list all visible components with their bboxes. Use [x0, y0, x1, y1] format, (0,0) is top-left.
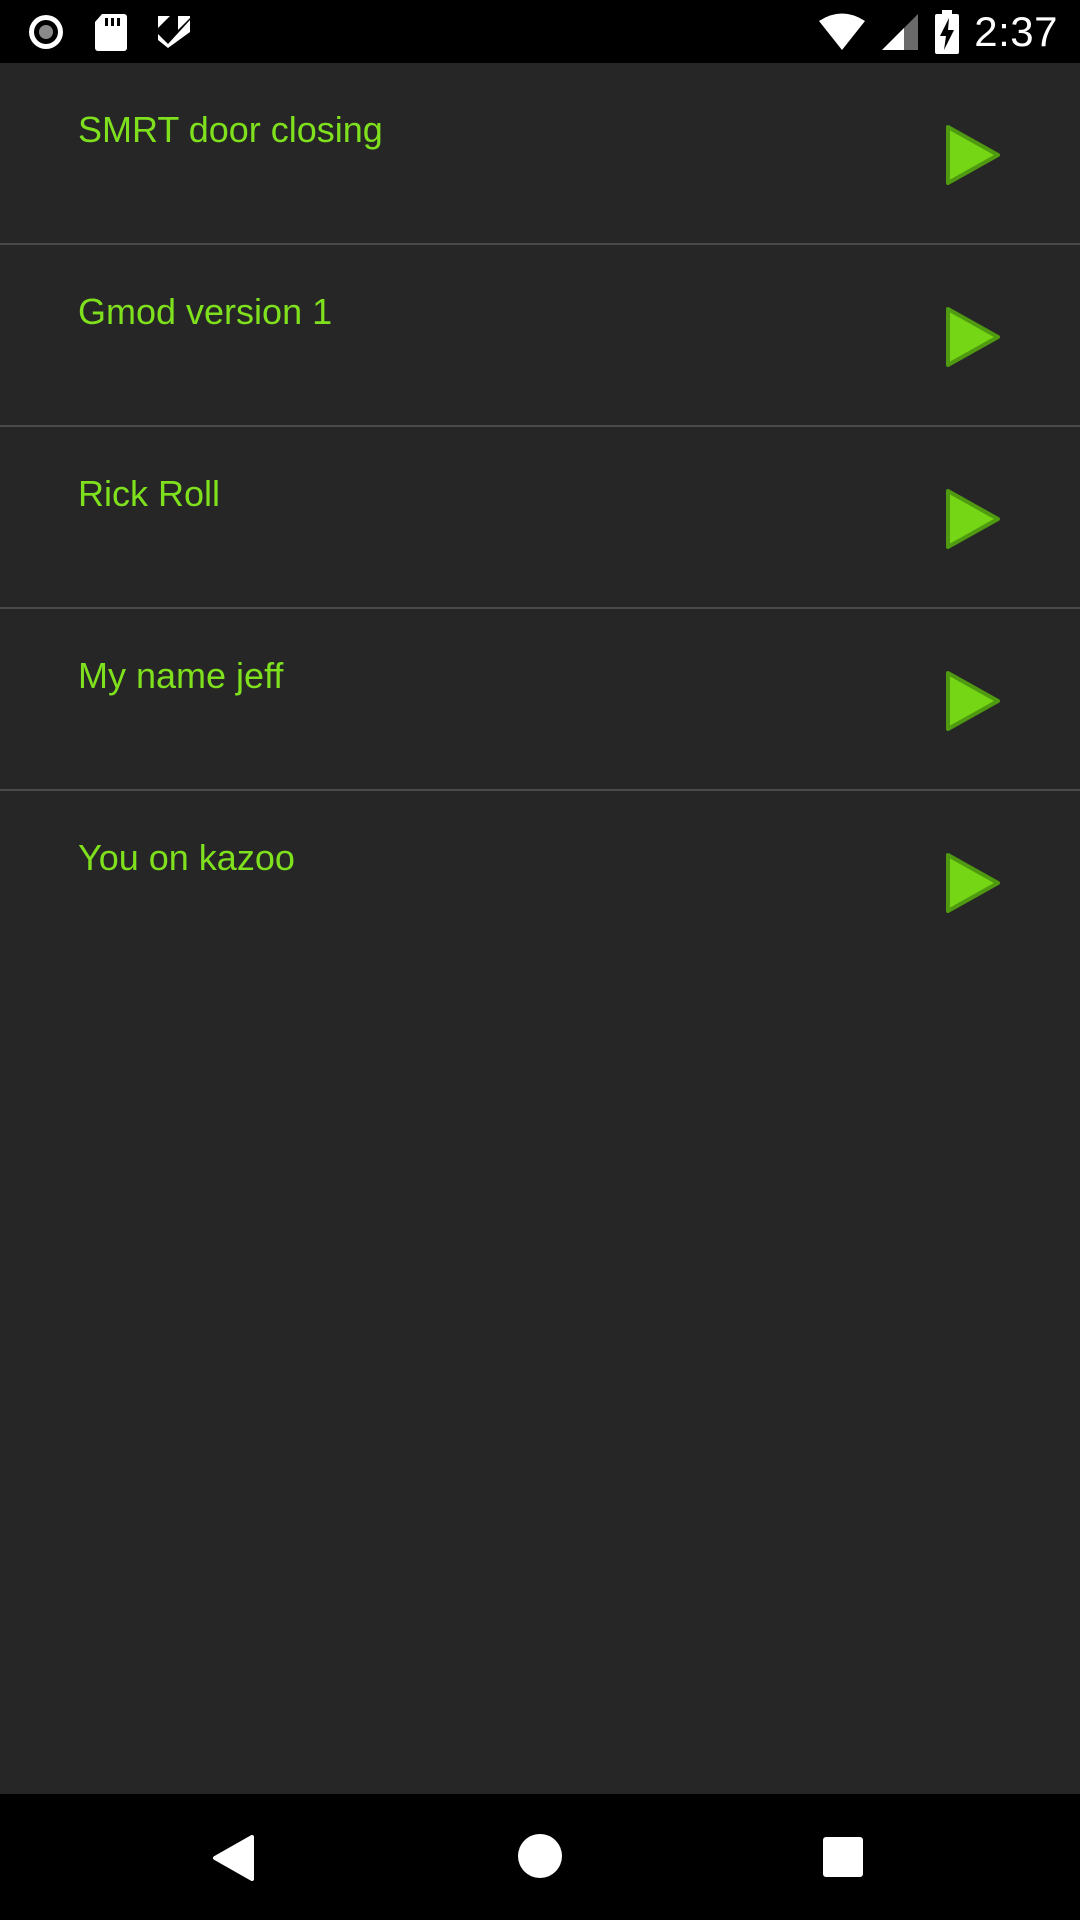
- sound-row-my-name-jeff[interactable]: My name jeff: [0, 609, 1080, 791]
- sd-card-icon: [94, 12, 128, 52]
- sound-list: SMRT door closing Gmod version 1 Rick Ro…: [0, 63, 1080, 973]
- wifi-icon: [818, 12, 866, 52]
- home-icon[interactable]: [516, 1832, 564, 1880]
- sound-label: You on kazoo: [78, 837, 295, 878]
- notification-icons: [26, 10, 220, 54]
- record-icon: [26, 12, 66, 52]
- navigation-bar: [0, 1794, 1080, 1920]
- recents-icon[interactable]: [822, 1836, 864, 1878]
- sound-row-you-on-kazoo[interactable]: You on kazoo: [0, 791, 1080, 973]
- sound-label: Gmod version 1: [78, 291, 333, 332]
- play-icon[interactable]: [944, 123, 1002, 187]
- cell-signal-icon: [880, 12, 920, 52]
- status-bar: 2:37: [0, 0, 1080, 63]
- sound-row-rick-roll[interactable]: Rick Roll: [0, 427, 1080, 609]
- battery-charging-icon: [934, 10, 960, 54]
- play-icon[interactable]: [944, 851, 1002, 915]
- checklist-icon: [156, 14, 192, 50]
- play-icon[interactable]: [944, 487, 1002, 551]
- system-status-icons: 2:37: [804, 6, 1058, 58]
- app-screen: 2:37 SMRT door closing Gmod version 1 Ri…: [0, 0, 1080, 1920]
- play-icon[interactable]: [944, 305, 1002, 369]
- status-clock: 2:37: [974, 8, 1058, 55]
- sound-row-gmod-version-1[interactable]: Gmod version 1: [0, 245, 1080, 427]
- sound-row-smrt-door-closing[interactable]: SMRT door closing: [0, 63, 1080, 245]
- back-icon[interactable]: [212, 1834, 256, 1882]
- sound-label: My name jeff: [78, 655, 284, 696]
- play-icon[interactable]: [944, 669, 1002, 733]
- sound-label: Rick Roll: [78, 473, 221, 514]
- sound-label: SMRT door closing: [78, 109, 383, 150]
